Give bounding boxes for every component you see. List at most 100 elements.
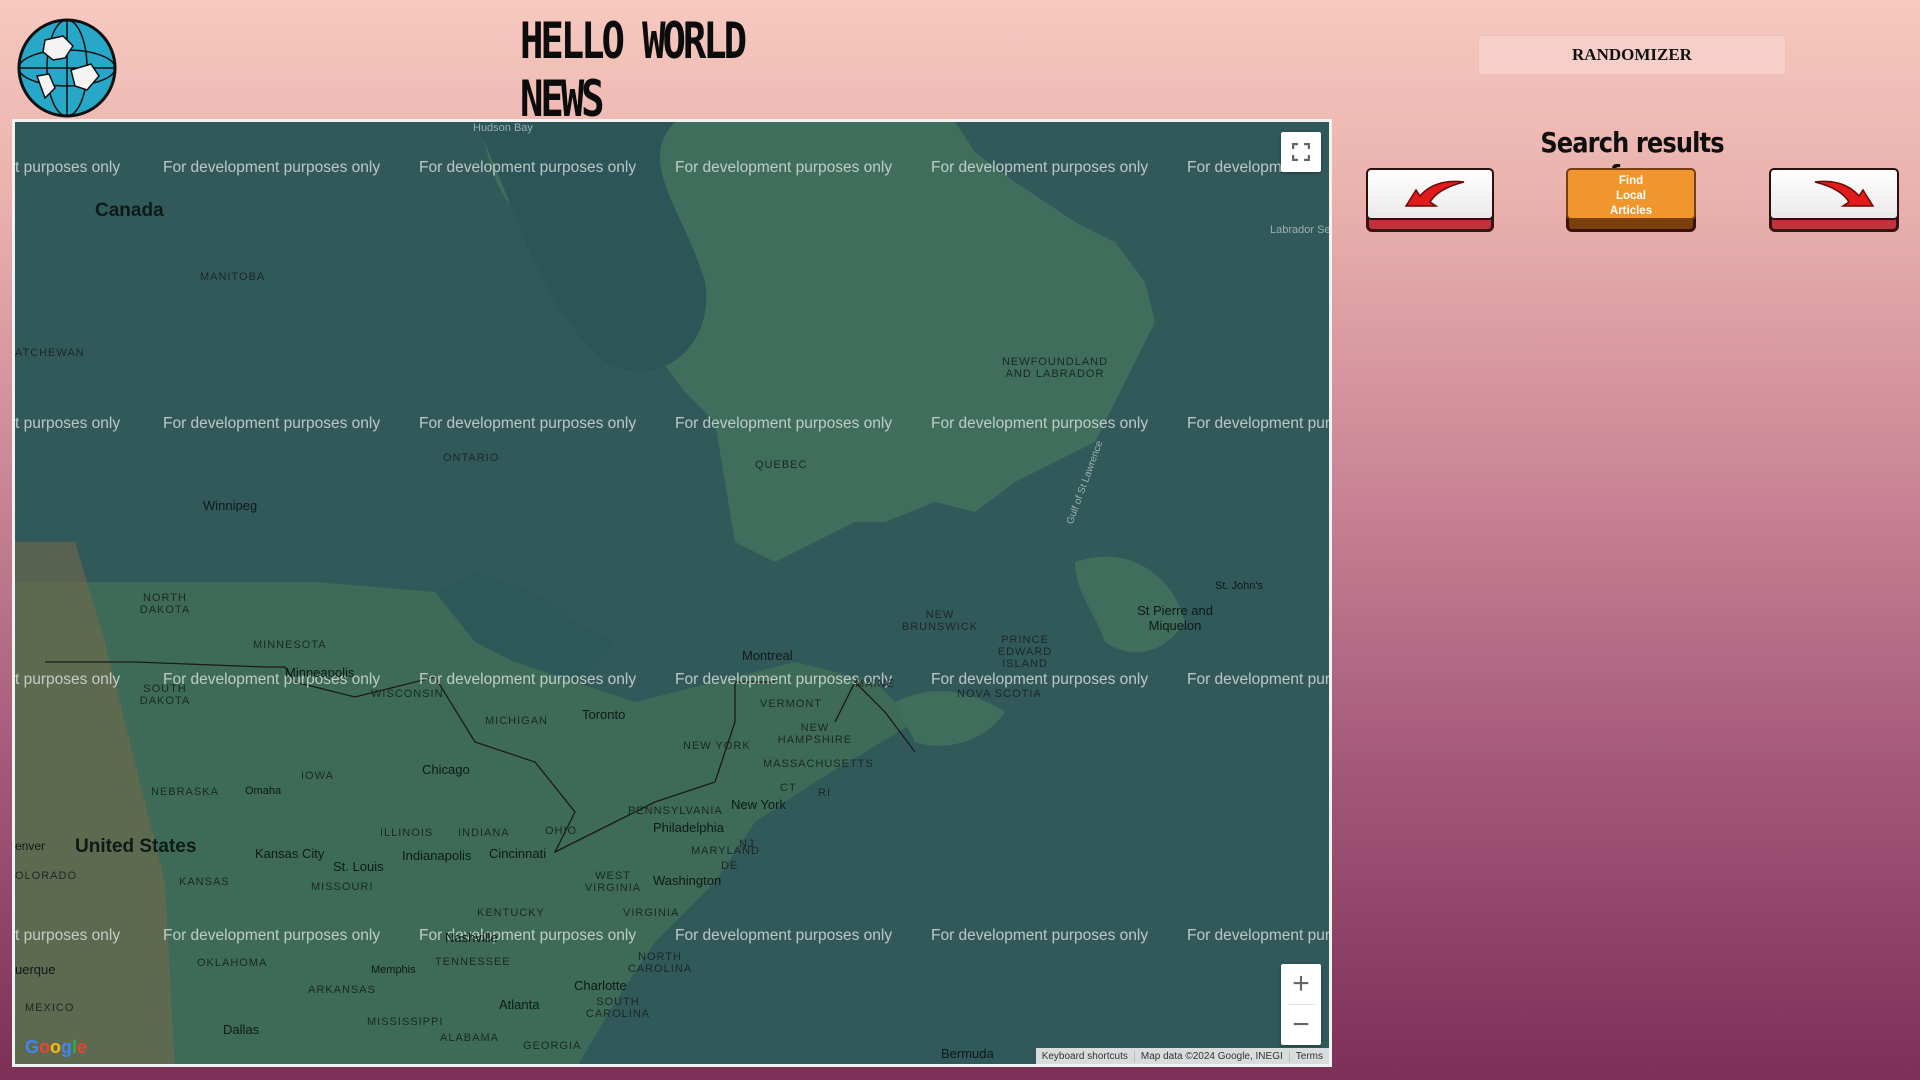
map-label: Dallas — [223, 1022, 260, 1037]
dev-watermark: t purposes only — [15, 159, 121, 176]
dev-watermark: For development purposes only — [419, 415, 637, 432]
dev-watermark: For development purposes only — [931, 671, 1149, 688]
map-label: MEXICO — [25, 1002, 75, 1014]
arrow-left-icon — [1404, 180, 1465, 207]
map-label: Indianapolis — [402, 848, 472, 863]
dev-watermark: For development purposes only — [419, 671, 637, 688]
map-label: enver — [15, 839, 46, 853]
map-label: uerque — [15, 962, 56, 977]
map-label: TENNESSEE — [435, 956, 511, 968]
map-label: Winnipeg — [203, 498, 258, 513]
map-label: KENTUCKY — [477, 907, 545, 919]
map-attribution: Keyboard shortcuts Map data ©2024 Google… — [1035, 1048, 1329, 1064]
dev-watermark: For development purposes only — [931, 415, 1149, 432]
map-label: SOUTH CAROLINA — [585, 996, 651, 1020]
button-face: Find Local Articles — [1566, 168, 1696, 220]
map-label: SOUTH DAKOTA — [139, 683, 191, 707]
map-label: ARKANSAS — [308, 984, 376, 996]
zoom-out-button[interactable]: − — [1281, 1005, 1321, 1045]
map-label: Memphis — [371, 964, 416, 976]
map-label: Canada — [95, 200, 164, 221]
site-logo[interactable] — [15, 18, 119, 118]
dev-watermark: For development purposes only — [163, 415, 381, 432]
map-label: MICHIGAN — [485, 715, 548, 727]
map-label: NEWFOUNDLAND AND LABRADOR — [1001, 356, 1109, 380]
map-label: St Pierre and Miquelon — [1137, 603, 1213, 633]
map-label: Nashville — [445, 930, 498, 945]
map-label: St. Louis — [333, 859, 384, 874]
dev-watermark: For development purposes only — [675, 927, 893, 944]
dev-watermark: For development purp — [1187, 671, 1332, 688]
dev-watermark: For development purposes only — [419, 159, 637, 176]
map-label: Charlotte — [574, 978, 627, 993]
zoom-control: + − — [1281, 964, 1321, 1045]
map-label: ONTARIO — [443, 452, 500, 464]
fullscreen-button[interactable] — [1281, 132, 1321, 172]
map-label: CT — [780, 782, 797, 794]
map-label: WISCONSIN — [371, 688, 444, 700]
map-label: MANITOBA — [200, 271, 266, 283]
map-label: PRINCE EDWARD ISLAND — [997, 634, 1053, 670]
find-local-articles-button[interactable]: Find Local Articles — [1566, 168, 1696, 232]
map-label: Hudson Bay — [473, 122, 533, 134]
previous-button[interactable] — [1366, 168, 1494, 232]
map-label: Philadelphia — [653, 820, 724, 835]
dev-watermark: For development purposes only — [163, 159, 381, 176]
map-label: MISSISSIPPI — [367, 1016, 444, 1028]
map-label: DE — [721, 860, 739, 872]
randomizer-button[interactable]: RANDOMIZER — [1478, 35, 1786, 75]
label-line-1: Find — [1618, 175, 1644, 187]
dev-watermark: For development purposes only — [675, 415, 893, 432]
dev-watermark: For development purposes only — [163, 927, 381, 944]
map-label: VERMONT — [760, 698, 822, 710]
dev-watermark: t purposes only — [15, 671, 121, 688]
map-terrain — [15, 122, 1329, 1064]
dev-watermark: For development purp — [1187, 927, 1332, 944]
map-label: OHIO — [545, 825, 578, 837]
keyboard-shortcuts-link[interactable]: Keyboard shortcuts — [1036, 1051, 1134, 1062]
map-label: NEW BRUNSWICK — [901, 609, 979, 633]
dev-watermark: For developm — [1187, 159, 1282, 176]
map-label: MASSACHUSETTS — [763, 758, 874, 770]
label-line-2: Local — [1615, 190, 1647, 202]
map-label: Montreal — [742, 648, 793, 663]
zoom-in-button[interactable]: + — [1281, 964, 1321, 1004]
arrow-right-icon — [1814, 180, 1875, 207]
dev-watermark: For development purposes only — [675, 159, 893, 176]
map-label: RI — [818, 787, 831, 799]
map-label: NORTH DAKOTA — [139, 592, 191, 616]
map-label: MISSOURI — [311, 881, 374, 893]
map-label: New York — [731, 797, 786, 812]
map-label: VIRGINIA — [623, 907, 680, 919]
map-label: Toronto — [582, 707, 626, 722]
dev-watermark: t purposes only — [15, 415, 121, 432]
site-title: HELLO WORLD NEWS — [520, 12, 747, 128]
map-label: INDIANA — [458, 827, 510, 839]
terms-link[interactable]: Terms — [1288, 1050, 1329, 1062]
map-label: Omaha — [245, 785, 282, 797]
map-label: Minneapolis — [285, 665, 355, 680]
google-logo[interactable]: Google — [25, 1037, 87, 1058]
map-label: NEW YORK — [683, 740, 751, 752]
map-label: KANSAS — [179, 876, 230, 888]
map-label: OLORADO — [15, 870, 78, 882]
map-label: OKLAHOMA — [197, 957, 268, 969]
map-label: WEST VIRGINIA — [584, 870, 642, 894]
map-label: ILLINOIS — [380, 827, 434, 839]
map-label: NORTH CAROLINA — [627, 951, 693, 975]
dev-watermark: For development purposes only — [931, 927, 1149, 944]
map-label: PENNSYLVANIA — [628, 805, 723, 817]
map-view[interactable]: t purposes only For development purposes… — [12, 119, 1332, 1067]
map-label: Bermuda — [941, 1046, 994, 1061]
next-button[interactable] — [1769, 168, 1899, 232]
dev-watermark: For development purp — [1187, 415, 1332, 432]
map-label: United States — [75, 836, 197, 857]
map-label: NEW HAMPSHIRE — [777, 722, 853, 746]
map-label: Chicago — [422, 762, 470, 777]
map-label: Cincinnati — [489, 846, 547, 861]
map-label: Labrador Sea — [1270, 224, 1332, 236]
map-label: Atlanta — [499, 997, 540, 1012]
map-label: ATCHEWAN — [15, 347, 85, 359]
find-local-articles-label: Find Local Articles — [1568, 174, 1694, 219]
map-label: IOWA — [301, 770, 334, 782]
